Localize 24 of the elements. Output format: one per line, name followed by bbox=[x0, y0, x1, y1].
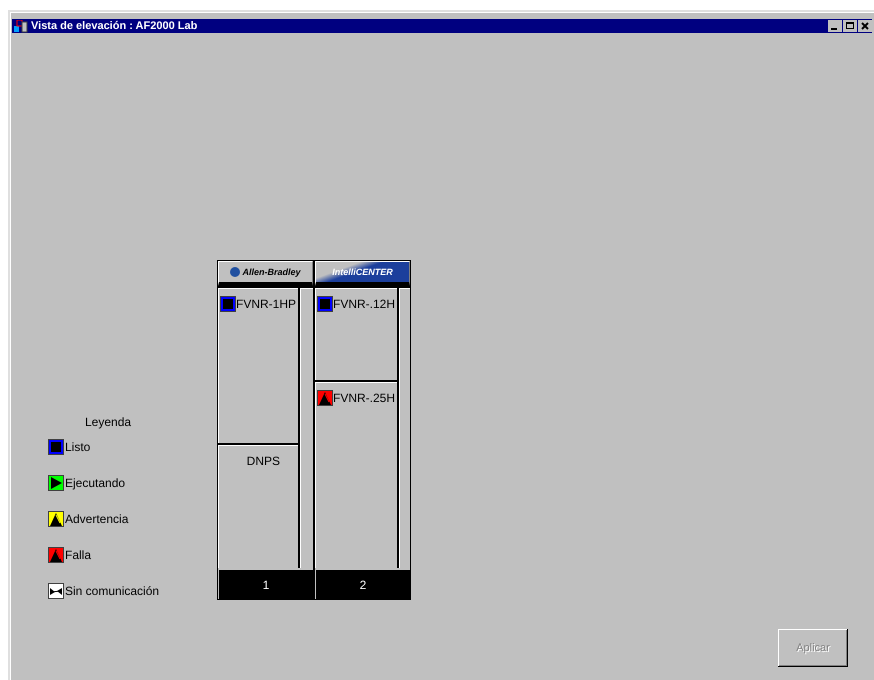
logo-text: IntelliCENTER bbox=[332, 267, 393, 277]
window-title: Vista de elevación : AF2000 Lab bbox=[31, 20, 198, 32]
maximize-button[interactable] bbox=[843, 20, 857, 32]
unit-name: FVNR-1HP bbox=[236, 296, 296, 312]
bucket-unit[interactable]: DNPS bbox=[218, 444, 298, 568]
section-number: 1 bbox=[262, 578, 270, 592]
bucket-unit[interactable]: FVNR-1HP bbox=[218, 288, 298, 443]
bucket-unit[interactable]: FVNR-.25H bbox=[315, 382, 398, 568]
logo-text: Allen-Bradley bbox=[242, 267, 301, 277]
legend-label: Listo bbox=[65, 440, 90, 454]
legend-label: Ejecutando bbox=[65, 476, 126, 490]
section-number: 2 bbox=[360, 578, 366, 592]
close-button[interactable] bbox=[858, 20, 872, 32]
unit-name: FVNR-.12H bbox=[333, 296, 396, 312]
legend-label: Sin comunicación bbox=[65, 584, 160, 598]
unit-name: FVNR-.25H bbox=[333, 390, 396, 406]
legend-label: Falla bbox=[65, 548, 92, 562]
logo-icon bbox=[230, 267, 240, 277]
minimize-button[interactable] bbox=[828, 20, 842, 32]
legend-label: Advertencia bbox=[65, 512, 128, 526]
app-icon bbox=[14, 20, 28, 32]
bucket-unit[interactable]: FVNR-.12H bbox=[315, 288, 398, 380]
unit-name: DNPS bbox=[246, 452, 280, 469]
legend-title: Leyenda bbox=[85, 415, 132, 429]
